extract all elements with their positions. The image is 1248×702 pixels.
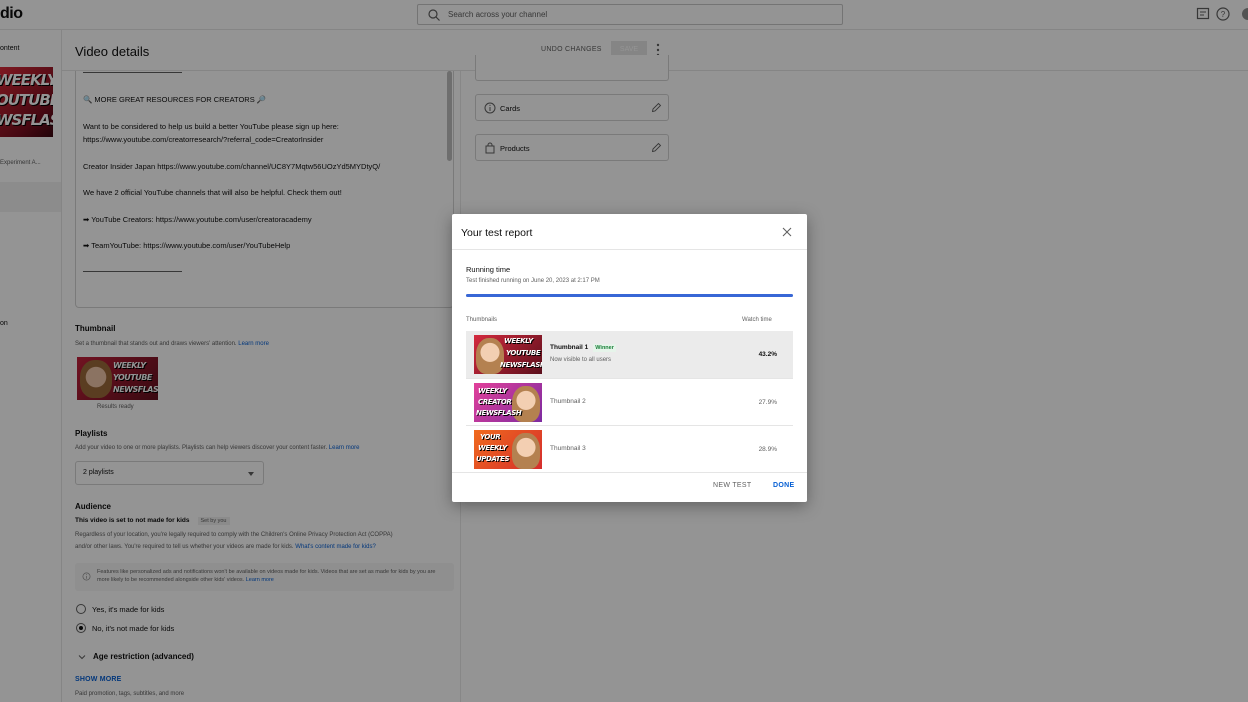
thumb-text: CREATOR — [478, 398, 512, 406]
thumbnail-result-row: YOUR WEEKLY UPDATES Thumbnail 3 28.9% — [466, 426, 793, 473]
thumbnail-1-name: Thumbnail 1 Winner — [550, 344, 616, 352]
thumb-text: UPDATES — [476, 455, 510, 463]
running-time-subtitle: Test finished running on June 20, 2023 a… — [466, 278, 600, 284]
thumb-text: WEEKLY — [504, 337, 533, 345]
test-report-dialog: Your test report Running time Test finis… — [452, 214, 807, 502]
running-time-title: Running time — [466, 265, 511, 274]
done-button[interactable]: DONE — [773, 482, 794, 489]
thumb-text: WEEKLY — [478, 444, 507, 452]
thumbnail-result-row: WEEKLY YOUTUBE NEWSFLASH Thumbnail 1 Winn… — [466, 331, 793, 378]
thumbnail-result-row: WEEKLY CREATOR NEWSFLASH Thumbnail 2 27.… — [466, 379, 793, 426]
thumbnails-column-header: Thumbnails — [466, 317, 498, 323]
thumbnail-name-text: Thumbnail 1 — [550, 344, 589, 351]
thumb-text: NEWSFLASH — [500, 361, 542, 369]
test-progress-bar — [466, 294, 793, 297]
thumb-text: YOUR — [480, 433, 501, 441]
thumb-text: YOUTUBE — [506, 349, 541, 357]
test-progress-fill — [466, 294, 793, 297]
thumbnail-1-status: Now visible to all users — [550, 357, 612, 363]
thumbnail-2-watch-time: 27.9% — [758, 399, 777, 406]
dialog-title: Your test report — [461, 227, 533, 239]
thumbnail-3-name: Thumbnail 3 — [550, 445, 586, 452]
thumb-text: NEWSFLASH — [476, 409, 522, 417]
thumbnail-1-watch-time: 43.2% — [758, 351, 777, 358]
thumbnail-2-name: Thumbnail 2 — [550, 398, 586, 405]
thumbnail-3-watch-time: 28.9% — [758, 446, 777, 453]
dialog-footer: NEW TEST DONE — [452, 472, 807, 502]
thumbnail-1-image: WEEKLY YOUTUBE NEWSFLASH — [474, 335, 542, 374]
thumbnail-face — [512, 433, 540, 469]
thumb-text: WEEKLY — [478, 387, 507, 395]
new-test-button[interactable]: NEW TEST — [713, 482, 751, 489]
watch-time-column-header: Watch time — [742, 317, 772, 323]
thumbnail-2-image: WEEKLY CREATOR NEWSFLASH — [474, 383, 542, 422]
winner-badge: Winner — [593, 344, 616, 352]
thumbnail-3-image: YOUR WEEKLY UPDATES — [474, 430, 542, 469]
close-icon[interactable] — [781, 226, 793, 238]
dialog-divider — [452, 249, 807, 250]
